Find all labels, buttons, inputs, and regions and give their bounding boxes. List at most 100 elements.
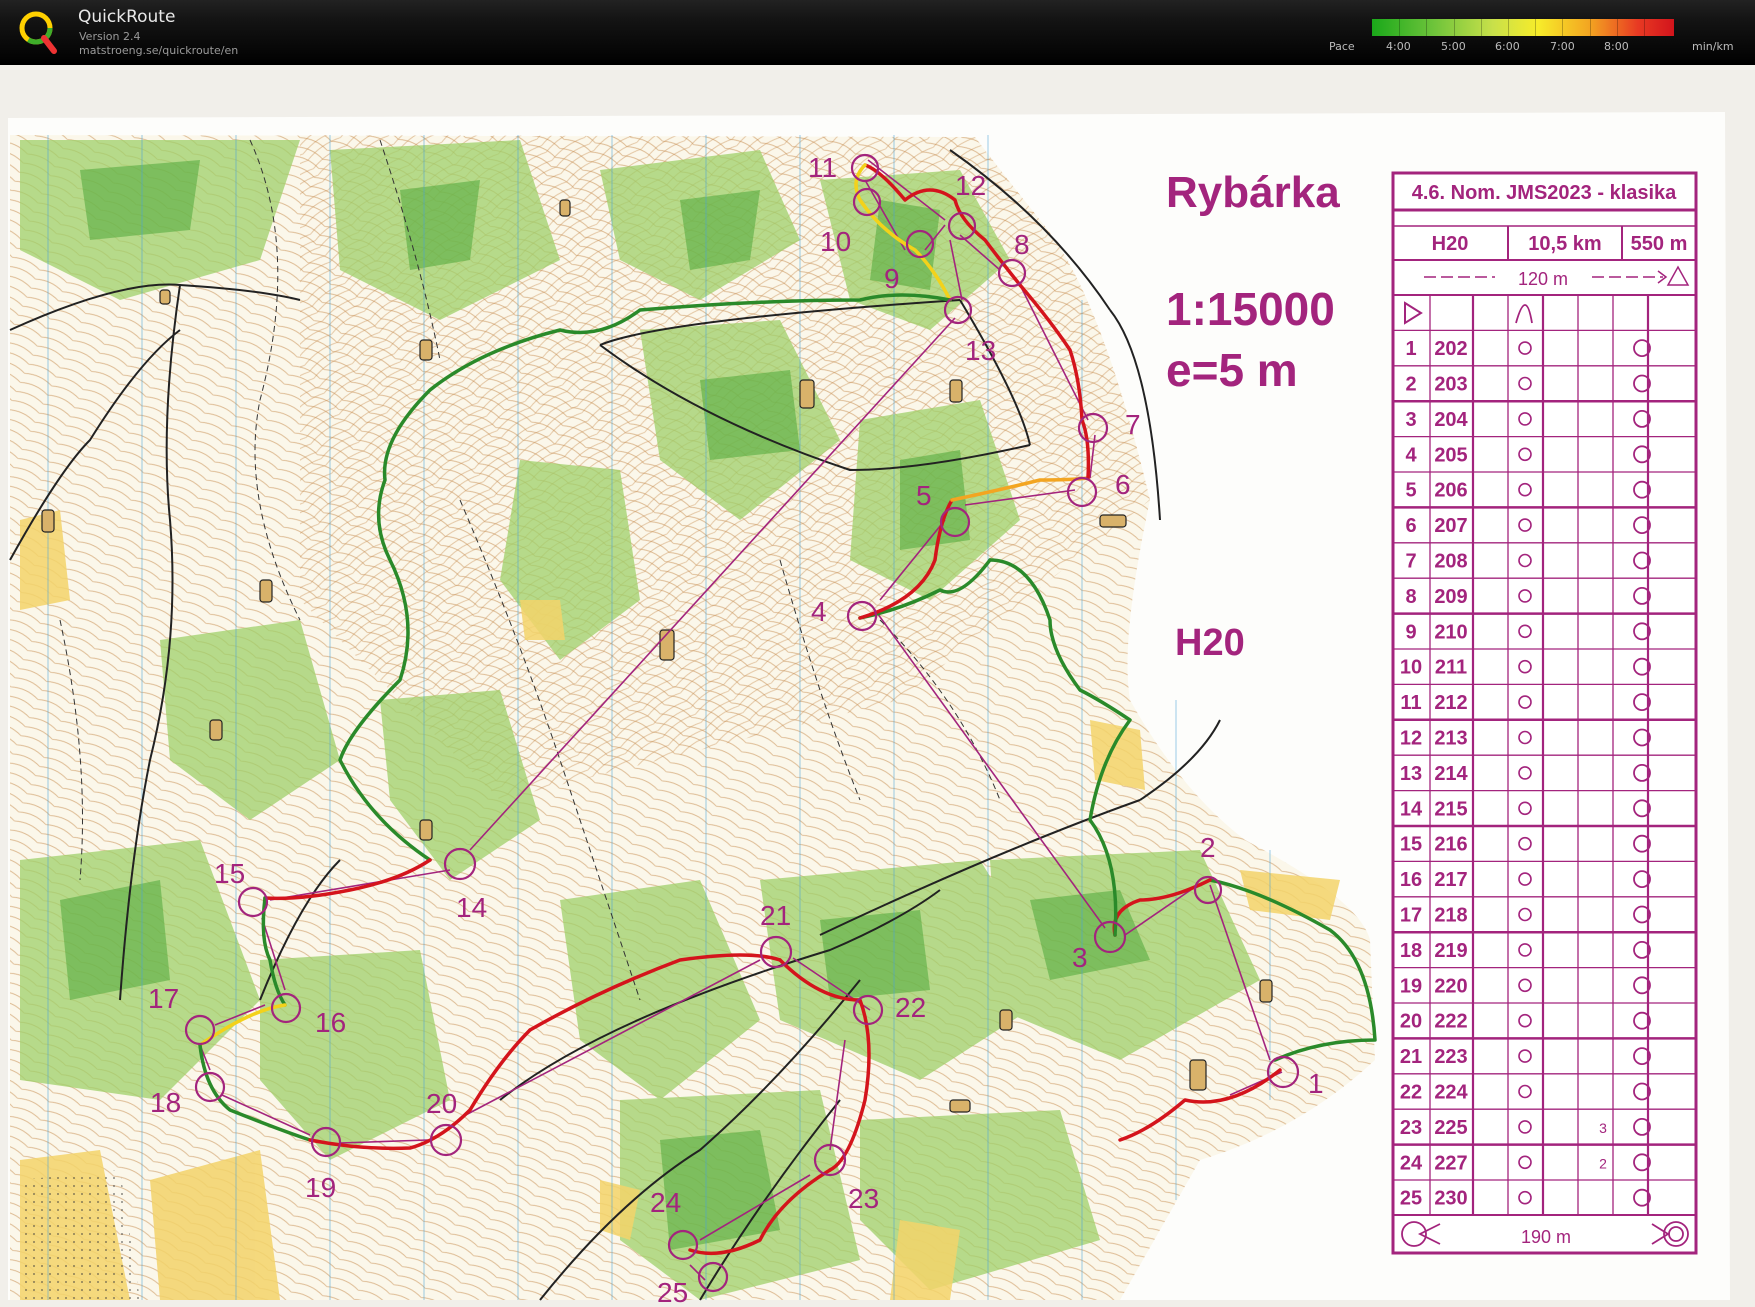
sheet-row-code: 203: [1434, 374, 1467, 396]
sheet-row-number: 8: [1405, 586, 1416, 608]
pace-tick: 8:00: [1604, 40, 1629, 53]
sheet-row-number: 23: [1400, 1117, 1422, 1139]
sheet-row-number: 15: [1400, 834, 1422, 856]
map-scale: 1:15000: [1166, 283, 1335, 335]
sheet-row-code: 207: [1434, 515, 1467, 537]
map-category: H20: [1175, 622, 1245, 664]
control-number: 6: [1115, 469, 1131, 500]
control-description-sheet: 4.6. Nom. JMS2023 - klasika H20 10,5 km …: [1391, 171, 1698, 1255]
sheet-climb: 550 m: [1631, 233, 1688, 255]
map-view[interactable]: 1 2 3 4 5 6 7 8 9 10 11 12 13 14 15 16 1…: [0, 65, 1755, 1307]
map-contour-interval: e=5 m: [1166, 344, 1298, 396]
control-number: 18: [150, 1087, 181, 1118]
pace-legend-label: Pace: [1329, 40, 1355, 53]
sheet-row-code: 227: [1434, 1152, 1467, 1174]
sheet-row-code: 205: [1434, 444, 1467, 466]
sheet-row-number: 24: [1400, 1152, 1423, 1174]
sheet-row-code: 216: [1434, 834, 1467, 856]
control-number: 19: [305, 1172, 336, 1203]
sheet-row-code: 225: [1434, 1117, 1467, 1139]
control-number: 23: [848, 1183, 879, 1214]
sheet-title: 4.6. Nom. JMS2023 - klasika: [1412, 182, 1677, 204]
sheet-row-extra: 2: [1599, 1155, 1607, 1171]
sheet-row-code: 215: [1434, 798, 1467, 820]
sheet-length: 10,5 km: [1528, 233, 1601, 255]
control-number: 1: [1308, 1068, 1324, 1099]
sheet-row-code: 210: [1434, 621, 1467, 643]
pace-tick: 4:00: [1386, 40, 1411, 53]
sheet-row-number: 2: [1405, 374, 1416, 396]
pace-tick: 6:00: [1495, 40, 1520, 53]
sheet-row-number: 17: [1400, 905, 1422, 927]
sheet-row-code: 209: [1434, 586, 1467, 608]
pace-tick: 5:00: [1441, 40, 1466, 53]
control-number: 8: [1014, 229, 1030, 260]
sheet-row-number: 11: [1400, 692, 1421, 714]
sheet-row-code: 218: [1434, 905, 1467, 927]
sheet-row-code: 220: [1434, 975, 1467, 997]
sheet-row-number: 12: [1400, 728, 1422, 750]
sheet-finish-leg: 190 m: [1521, 1227, 1571, 1247]
sheet-class: H20: [1432, 233, 1469, 255]
pace-color-scale: [1372, 19, 1674, 36]
control-number: 20: [426, 1088, 457, 1119]
sheet-row-code: 222: [1434, 1011, 1467, 1033]
control-number: 11: [808, 152, 837, 183]
sheet-row-number: 14: [1400, 798, 1423, 820]
control-number: 25: [657, 1277, 688, 1307]
control-number: 14: [456, 892, 487, 923]
pace-tick: 7:00: [1550, 40, 1575, 53]
sheet-row-code: 224: [1434, 1082, 1468, 1104]
map-area-name: Rybárka: [1166, 168, 1340, 217]
sheet-row-number: 18: [1400, 940, 1422, 962]
pace-unit: min/km: [1692, 40, 1734, 53]
control-number: 4: [811, 596, 827, 627]
sheet-row-code: 213: [1434, 728, 1467, 750]
sheet-row-extra: 3: [1599, 1120, 1607, 1136]
control-number: 5: [916, 480, 932, 511]
sheet-row-code: 202: [1434, 338, 1467, 360]
control-number: 2: [1200, 832, 1216, 863]
sheet-row-number: 21: [1400, 1046, 1422, 1068]
sheet-row-number: 25: [1400, 1188, 1422, 1210]
sheet-row-code: 211: [1435, 657, 1467, 679]
sheet-row-code: 219: [1434, 940, 1467, 962]
sheet-row-code: 208: [1434, 551, 1467, 573]
sheet-row-number: 22: [1400, 1082, 1422, 1104]
sheet-row-number: 20: [1400, 1011, 1422, 1033]
control-number: 9: [884, 263, 900, 294]
control-number: 24: [650, 1187, 681, 1218]
sheet-row-number: 10: [1400, 657, 1422, 679]
control-number: 10: [820, 226, 851, 257]
sheet-row-number: 16: [1400, 869, 1422, 891]
sheet-row-code: 214: [1434, 763, 1468, 785]
sheet-row-number: 5: [1405, 480, 1416, 502]
sheet-row-number: 7: [1405, 551, 1416, 573]
sheet-row-number: 6: [1405, 515, 1416, 537]
control-number: 3: [1072, 942, 1088, 973]
control-number: 16: [315, 1007, 346, 1038]
sheet-row-code: 204: [1434, 409, 1468, 431]
sheet-row-number: 4: [1405, 444, 1417, 466]
app-header: QuickRoute Version 2.4 matstroeng.se/qui…: [0, 0, 1755, 65]
app-version: Version 2.4: [79, 30, 141, 43]
control-number: 21: [760, 900, 791, 931]
control-number: 22: [895, 992, 926, 1023]
sheet-row-number: 1: [1405, 338, 1416, 360]
sheet-row-code: 217: [1434, 869, 1467, 891]
sheet-row-number: 13: [1400, 763, 1422, 785]
control-number: 12: [955, 170, 986, 201]
sheet-row-code: 212: [1434, 692, 1467, 714]
app-url[interactable]: matstroeng.se/quickroute/en: [79, 44, 238, 57]
sheet-start-leg: 120 m: [1518, 269, 1568, 289]
app-title: QuickRoute: [78, 7, 176, 27]
orienteering-map[interactable]: 1 2 3 4 5 6 7 8 9 10 11 12 13 14 15 16 1…: [0, 65, 1755, 1307]
sheet-row-number: 3: [1405, 409, 1416, 431]
sheet-row-code: 206: [1434, 480, 1467, 502]
sheet-row-number: 19: [1400, 975, 1422, 997]
control-number: 7: [1125, 409, 1141, 440]
control-number: 13: [965, 335, 996, 366]
sheet-row-code: 230: [1434, 1188, 1467, 1210]
sheet-row-code: 223: [1434, 1046, 1467, 1068]
quickroute-logo-icon: [19, 11, 57, 54]
